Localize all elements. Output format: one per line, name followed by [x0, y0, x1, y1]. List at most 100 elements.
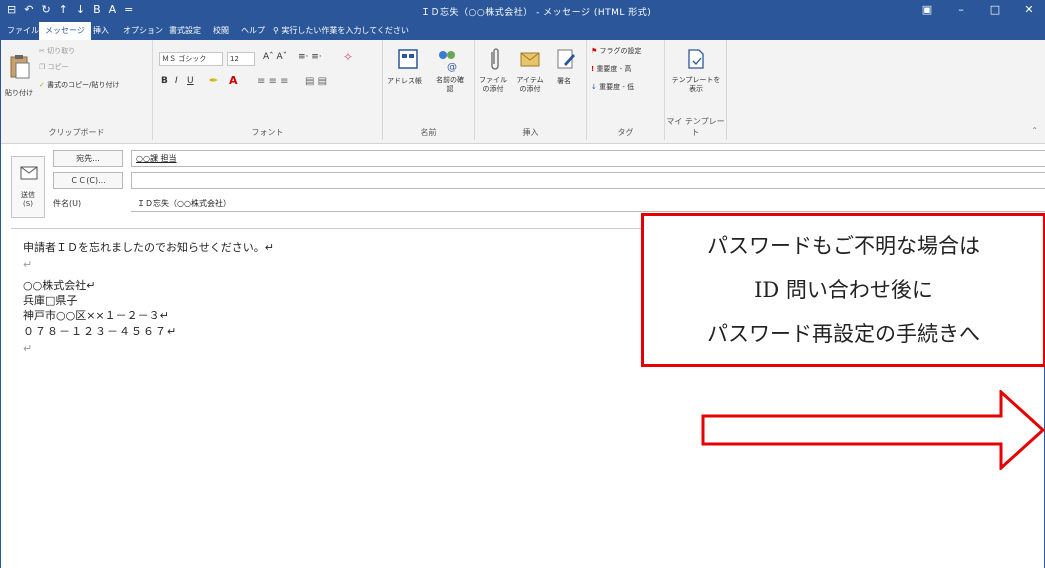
paperclip-icon[interactable]	[485, 48, 507, 70]
attach-item-button[interactable]: アイテムの添付	[513, 76, 547, 94]
font-group-label: フォント	[251, 128, 284, 137]
align-icons[interactable]: ≡ ≡ ≡	[257, 76, 289, 87]
paste-icon[interactable]	[9, 54, 31, 79]
include-group-label: 挿入	[522, 128, 539, 137]
subject-field[interactable]: ＩＤ忘失（○○株式会社）	[131, 196, 1045, 212]
clipboard-group-label: クリップボード	[48, 128, 105, 137]
body-line: ↵	[23, 342, 33, 355]
highlight-icon[interactable]: ✒	[209, 74, 218, 87]
close-button[interactable]: ✕	[1012, 0, 1045, 20]
follow-up-button[interactable]: ⚑ フラグの設定	[591, 46, 642, 56]
cc-button[interactable]: ＣＣ(C)...	[53, 172, 123, 189]
names-group: アドレス帳 @ 名前の確認 名前	[383, 40, 475, 140]
send-label: 送信 (S)	[21, 191, 35, 208]
redo-icon[interactable]: ↻	[41, 3, 50, 17]
templates-group-label: マイ テンプレート	[666, 117, 725, 137]
tell-me-text: 実行したい作業を入力してください	[281, 26, 409, 35]
to-field[interactable]: ○○課 担当	[131, 150, 1045, 167]
tab-file[interactable]: ファイル	[7, 25, 39, 36]
signature-button[interactable]: 署名	[557, 76, 571, 86]
body-line: 神戸市○○区××１－２－３↵	[23, 309, 169, 322]
underline-button[interactable]: U	[187, 76, 194, 86]
body-line: 兵庫□県子	[23, 294, 78, 307]
bullets-icon[interactable]: ≡· ≡·	[298, 52, 322, 62]
svg-text:@: @	[447, 62, 457, 72]
scissors-icon: ✂	[39, 47, 48, 55]
copy-button[interactable]: ❐ コピー	[39, 62, 69, 72]
font-size-select[interactable]: 12	[227, 52, 255, 66]
exclamation-icon: !	[591, 65, 595, 73]
send-icon	[20, 166, 38, 180]
templates-group: テンプレートを表示 マイ テンプレート	[665, 40, 727, 140]
tab-format[interactable]: 書式設定	[169, 25, 201, 36]
compose-header: 送信 (S) 宛先... ○○課 担当 ＣＣ(C)... 件名(U) ＩＤ忘失（…	[1, 144, 1045, 218]
grow-font-icon[interactable]: Aˆ Aˇ	[263, 52, 287, 62]
annotation-callout: パスワードもご不明な場合は ID 問い合わせ後に パスワード再設定の手続きへ	[641, 213, 1045, 367]
font-name-select[interactable]: ＭＳ ゴシック	[159, 52, 223, 66]
font-color-icon[interactable]: A	[109, 3, 117, 17]
cut-button[interactable]: ✂ 切り取り	[39, 46, 75, 56]
envelope-icon[interactable]	[519, 48, 541, 70]
tell-me-search[interactable]: ⚲ 実行したい作業を入力してください	[273, 25, 409, 36]
high-importance-button[interactable]: ! 重要度 - 高	[591, 64, 631, 74]
quick-access-toolbar: ⊟ ↶ ↻ ↑ ↓ B A =	[7, 3, 133, 17]
flag-icon: ⚑	[591, 47, 598, 55]
font-color-icon[interactable]: A	[229, 74, 238, 87]
names-group-label: 名前	[420, 128, 437, 137]
save-icon[interactable]: ⊟	[7, 3, 16, 17]
font-group: ＭＳ ゴシック 12 Aˆ Aˇ ≡· ≡· ✧ B I U ✒ A ≡ ≡ ≡…	[153, 40, 383, 140]
clipboard-group: 貼り付け ✂ 切り取り ❐ コピー ✓ 書式のコピー/貼り付け クリップボード	[1, 40, 153, 140]
bold-button[interactable]: B	[161, 76, 168, 86]
to-button[interactable]: 宛先...	[53, 150, 123, 167]
signature-icon[interactable]	[555, 48, 577, 70]
right-arrow-icon	[701, 390, 1045, 470]
window-controls: ▣ – □ ✕	[910, 0, 1045, 20]
indent-icons[interactable]: ▤ ▤	[305, 76, 327, 87]
callout-line: パスワード再設定の手続きへ	[707, 322, 980, 346]
brush-icon: ✓	[39, 81, 48, 89]
template-icon[interactable]	[685, 48, 707, 70]
customize-qat-icon[interactable]: =	[124, 3, 133, 17]
ribbon-display-icon[interactable]: ▣	[910, 0, 944, 20]
italic-button[interactable]: I	[175, 76, 178, 86]
body-line: ０７８－１２３－４５６７↵	[23, 325, 178, 338]
callout-line: ID 問い合わせ後に	[754, 278, 933, 302]
ribbon: 貼り付け ✂ 切り取り ❐ コピー ✓ 書式のコピー/貼り付け クリップボード …	[1, 40, 1045, 144]
up-icon[interactable]: ↑	[59, 3, 68, 17]
attach-file-button[interactable]: ファイルの添付	[477, 76, 509, 94]
undo-icon[interactable]: ↶	[24, 3, 33, 17]
tab-message[interactable]: メッセージ	[39, 22, 91, 40]
tab-review[interactable]: 校閲	[213, 25, 229, 36]
ribbon-tabs: ファイル メッセージ 挿入 オプション 書式設定 校閲 ヘルプ ⚲ 実行したい作…	[1, 20, 1045, 40]
tags-group: ⚑ フラグの設定 ! 重要度 - 高 ↓ 重要度 - 低 タグ	[587, 40, 665, 140]
body-line: ○○株式会社↵	[23, 279, 96, 292]
tab-insert[interactable]: 挿入	[93, 25, 109, 36]
low-importance-button[interactable]: ↓ 重要度 - 低	[591, 82, 634, 92]
paste-label[interactable]: 貼り付け	[5, 88, 33, 98]
address-book-button[interactable]: アドレス帳	[387, 76, 422, 86]
maximize-button[interactable]: □	[978, 0, 1012, 20]
check-names-button[interactable]: 名前の確認	[433, 76, 467, 94]
clear-formatting-icon[interactable]: ✧	[343, 50, 353, 64]
to-recipient[interactable]: ○○課 担当	[136, 154, 177, 163]
format-painter-button[interactable]: ✓ 書式のコピー/貼り付け	[39, 80, 119, 90]
bold-icon[interactable]: B	[93, 3, 101, 17]
tab-help[interactable]: ヘルプ	[241, 25, 265, 36]
callout-line: パスワードもご不明な場合は	[707, 234, 980, 258]
send-button[interactable]: 送信 (S)	[11, 156, 45, 218]
down-icon[interactable]: ↓	[76, 3, 85, 17]
collapse-ribbon-icon[interactable]: ⌃	[1031, 126, 1038, 135]
window-title: ＩＤ忘失（○○株式会社） - メッセージ (HTML 形式)	[421, 8, 652, 18]
subject-label: 件名(U)	[53, 199, 82, 208]
check-names-icon[interactable]: @	[435, 48, 457, 73]
tags-group-label: タグ	[617, 128, 634, 137]
outlook-compose-window: ⊟ ↶ ↻ ↑ ↓ B A = ＩＤ忘失（○○株式会社） - メッセージ (HT…	[0, 0, 1045, 568]
minimize-button[interactable]: –	[944, 0, 978, 20]
copy-icon: ❐	[39, 63, 48, 71]
cc-field[interactable]	[131, 172, 1045, 189]
tab-options[interactable]: オプション	[123, 25, 163, 36]
view-templates-button[interactable]: テンプレートを表示	[669, 76, 723, 94]
address-book-icon[interactable]	[397, 48, 419, 70]
down-arrow-icon: ↓	[591, 83, 597, 91]
body-line: 申請者ＩＤを忘れましたのでお知らせください。↵	[23, 241, 274, 254]
